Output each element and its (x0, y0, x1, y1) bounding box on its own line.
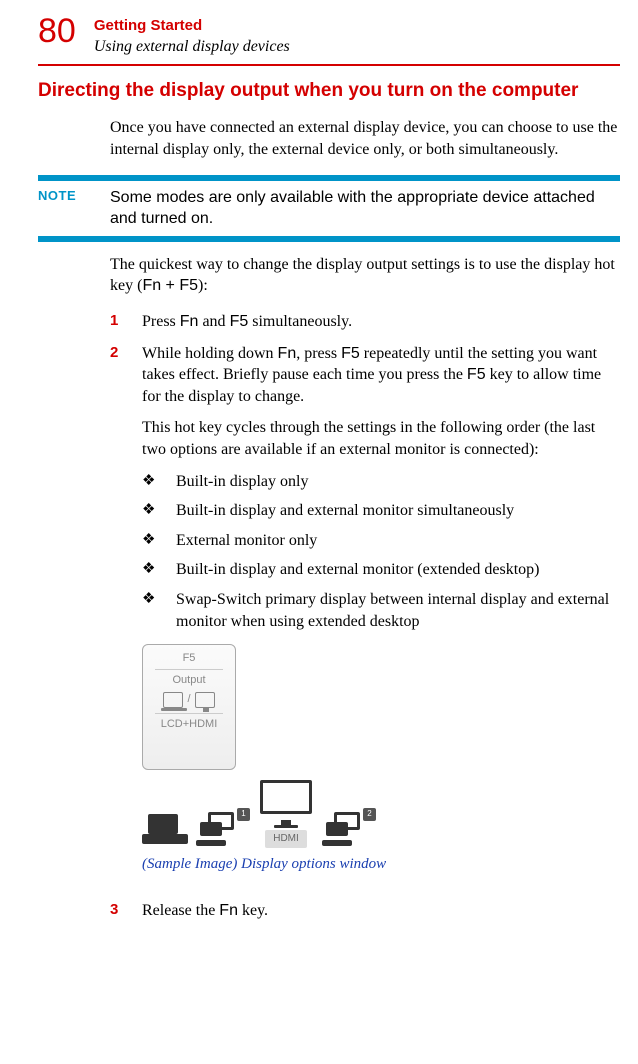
s3b: key. (238, 902, 268, 919)
bullet-icon: ❖ (142, 589, 156, 632)
list-item: ❖ Built-in display and external monitor (… (142, 559, 620, 581)
badge-2: 2 (363, 808, 376, 821)
note-bottom-bar (38, 236, 620, 242)
header-rule (38, 64, 620, 66)
list-item: ❖ Built-in display and external monitor s… (142, 500, 620, 522)
monitor-icon (195, 692, 215, 708)
bullet-text: Swap-Switch primary display between inte… (176, 589, 620, 632)
option-both-1: 1 (200, 812, 246, 848)
badge-1: 1 (237, 808, 250, 821)
header-text-block: Getting Started Using external display d… (94, 14, 290, 58)
note-label: NOTE (38, 187, 92, 205)
section-heading: Directing the display output when you tu… (38, 78, 620, 104)
bullet-text: Built-in display and external monitor (e… (176, 559, 539, 581)
bullet-text: Built-in display and external monitor si… (176, 500, 514, 522)
option-both-2: 2 (326, 812, 372, 848)
step1-t4: simultaneously. (248, 313, 352, 330)
step-3: 3 Release the Fn key. (110, 900, 620, 922)
page-header: 80 Getting Started Using external displa… (38, 14, 620, 58)
step1-key-f5: F5 (230, 313, 249, 330)
figure-block: F5 Output / LCD+HDMI (142, 644, 620, 874)
step-2: 2 While holding down Fn, press F5 repeat… (110, 343, 620, 890)
bullet-text: Built-in display only (176, 471, 308, 493)
s2-f5b: F5 (467, 366, 486, 383)
card-output-label: Output (172, 673, 205, 688)
list-item: ❖ Built-in display only (142, 471, 620, 493)
step-body: While holding down Fn, press F5 repeated… (142, 343, 620, 890)
step-1: 1 Press Fn and F5 simultaneously. (110, 311, 620, 333)
step2-line1: While holding down Fn, press F5 repeated… (142, 343, 620, 408)
card-key-label: F5 (183, 651, 196, 666)
note-top-bar (38, 175, 620, 181)
option-laptop-only (142, 812, 188, 848)
step-number: 2 (110, 343, 124, 890)
note-text: Some modes are only available with the a… (110, 187, 620, 230)
step1-t0: Press (142, 313, 180, 330)
bullet-list: ❖ Built-in display only ❖ Built-in display… (142, 471, 620, 633)
chapter-title: Getting Started (94, 16, 290, 36)
laptop-icon (163, 692, 183, 708)
step-body: Press Fn and F5 simultaneously. (142, 311, 620, 333)
step-body: Release the Fn key. (142, 900, 620, 922)
list-item: ❖ Swap-Switch primary display between int… (142, 589, 620, 632)
slash-icon: / (187, 692, 190, 707)
bullet-icon: ❖ (142, 530, 156, 552)
bullet-icon: ❖ (142, 559, 156, 581)
step-number: 1 (110, 311, 124, 333)
step-number: 3 (110, 900, 124, 922)
note-block: NOTE Some modes are only available with … (38, 175, 620, 242)
figure-caption: (Sample Image) Display options window (142, 854, 620, 874)
list-item: ❖ External monitor only (142, 530, 620, 552)
section-subtitle: Using external display devices (94, 36, 290, 58)
hotkey-paragraph: The quickest way to change the display o… (110, 254, 620, 297)
bullet-text: External monitor only (176, 530, 317, 552)
step1-t2: and (198, 313, 229, 330)
step2-line2: This hot key cycles through the settings… (142, 417, 620, 460)
page-number: 80 (38, 14, 76, 48)
bullet-icon: ❖ (142, 471, 156, 493)
s2b: , press (296, 345, 341, 362)
hdmi-tag: HDMI (265, 830, 307, 848)
hotkey-combo: Fn + F5 (142, 277, 198, 294)
s2-fn: Fn (278, 345, 297, 362)
s2a: While holding down (142, 345, 278, 362)
step1-key-fn: Fn (180, 313, 199, 330)
steps-list: 1 Press Fn and F5 simultaneously. 2 Whil… (110, 311, 620, 921)
bullet-icon: ❖ (142, 500, 156, 522)
hotkey-text-2: ): (198, 277, 208, 294)
f5-popup-card: F5 Output / LCD+HDMI (142, 644, 236, 770)
s3-fn: Fn (219, 902, 238, 919)
intro-paragraph: Once you have connected an external disp… (110, 117, 620, 160)
s3a: Release the (142, 902, 219, 919)
option-monitor-only: HDMI (258, 780, 314, 848)
card-sub-label: LCD+HDMI (161, 717, 218, 732)
display-option-row: 1 HDMI (142, 780, 620, 848)
card-icons: / (163, 692, 214, 708)
s2-f5a: F5 (341, 345, 360, 362)
